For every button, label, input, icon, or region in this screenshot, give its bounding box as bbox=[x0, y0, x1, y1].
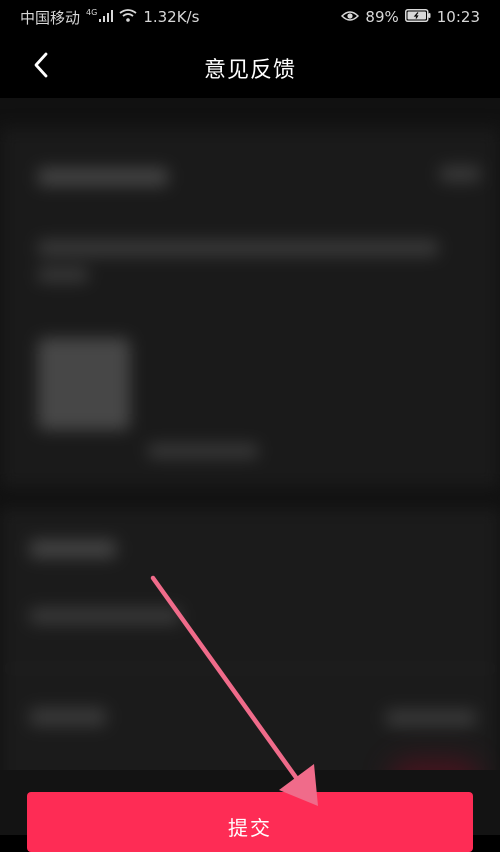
battery-percent: 89% bbox=[365, 8, 399, 26]
blurred-contact-title bbox=[30, 540, 116, 558]
network-speed: 1.32K/s bbox=[143, 8, 200, 26]
blurred-section-title bbox=[38, 168, 168, 186]
status-bar: 中国移动 4G 1.32K/s 89% 10:23 bbox=[0, 0, 500, 34]
feedback-card bbox=[0, 128, 500, 488]
submit-button[interactable]: 提交 bbox=[27, 792, 473, 852]
blurred-upload-hint bbox=[148, 444, 258, 458]
blur-overlay bbox=[0, 98, 500, 835]
network-type: 4G bbox=[86, 7, 98, 17]
submit-bar: 提交 bbox=[0, 770, 500, 852]
battery-icon bbox=[404, 8, 431, 26]
status-right: 89% 10:23 bbox=[341, 8, 480, 26]
blurred-hint-text-2 bbox=[38, 268, 88, 282]
clock-time: 10:23 bbox=[436, 8, 480, 26]
eye-comfort-icon bbox=[341, 8, 360, 26]
page-title: 意见反馈 bbox=[203, 58, 296, 83]
blurred-contact-input bbox=[30, 608, 180, 624]
blurred-divider bbox=[0, 668, 500, 669]
status-left: 中国移动 4G 1.32K/s bbox=[20, 7, 199, 28]
signal-icon bbox=[99, 8, 114, 26]
blurred-hint-text bbox=[38, 240, 438, 256]
blurred-form-content bbox=[0, 98, 500, 835]
blurred-row-value bbox=[386, 710, 476, 726]
header-bar: 意见反馈 bbox=[0, 34, 500, 98]
blurred-row-label bbox=[30, 708, 106, 726]
carrier-name: 中国移动 bbox=[20, 8, 81, 27]
wifi-icon bbox=[119, 8, 137, 26]
blurred-word-count bbox=[440, 166, 480, 182]
blurred-upload-image bbox=[38, 338, 130, 430]
